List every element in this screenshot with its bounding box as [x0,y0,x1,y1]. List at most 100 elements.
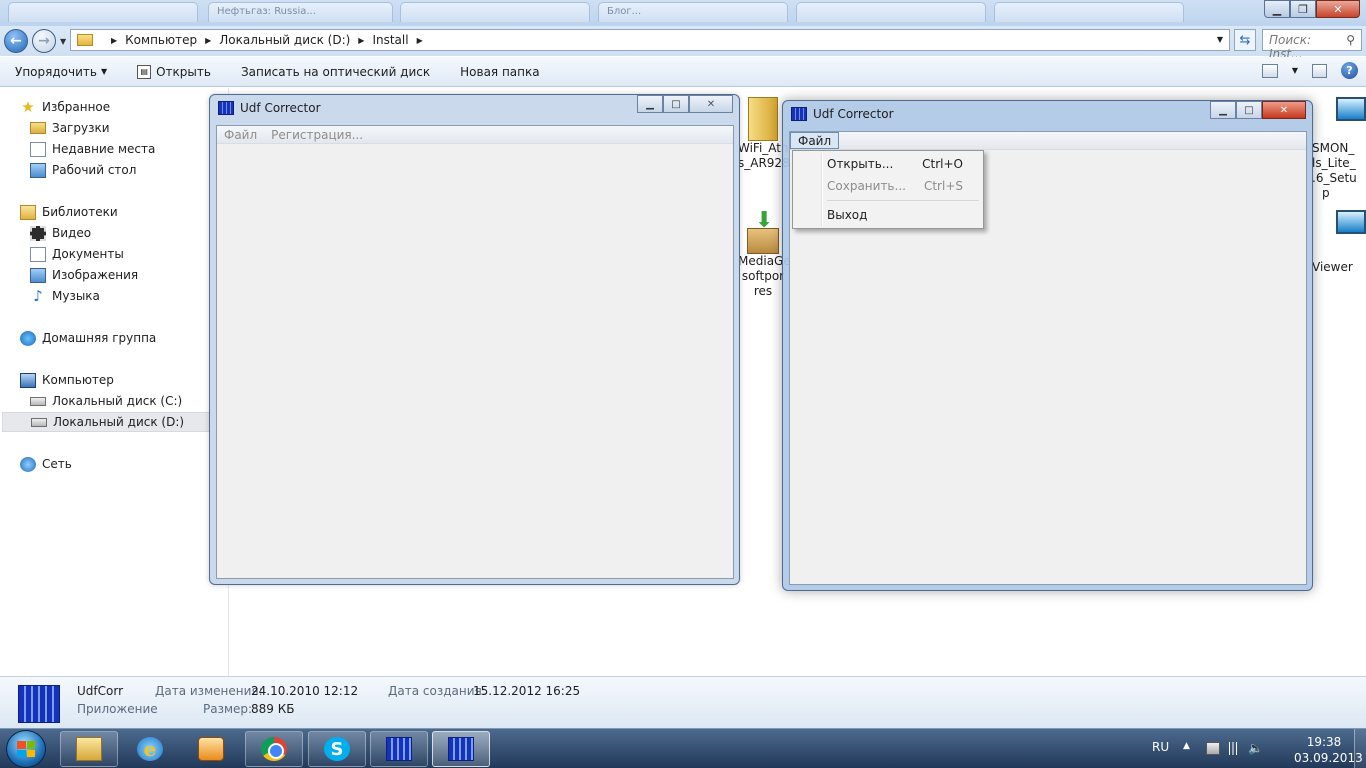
background-window-tab[interactable] [796,2,986,22]
menu-file[interactable]: Файл [790,132,840,149]
size-label: Размер: [203,702,253,716]
open-button[interactable]: ▤ Открыть [122,64,226,79]
background-window-tab[interactable]: Блог... [598,2,788,22]
network-signal-icon[interactable] [1226,742,1240,755]
nav-label: Избранное [42,100,111,114]
file-item-smon[interactable]: SMON_ ls_Lite_ .6_Setu p [1312,97,1366,201]
window-caption-buttons: ▁ ❐ ✕ [1264,0,1360,18]
volume-icon[interactable]: 🔈 [1248,742,1263,755]
nav-video[interactable]: Видео [30,223,91,243]
taskbar-udf-corrector-1[interactable] [370,731,428,767]
file-label: .6_Setu [1312,171,1357,185]
breadcrumb-computer[interactable]: Компьютер [125,33,197,47]
start-button[interactable] [6,730,46,768]
taskbar-udf-corrector-2[interactable] [432,731,490,767]
refresh-icon: ⇆ [1239,32,1251,48]
navigation-pane: ★ Избранное Загрузки Недавние места Рабоч… [0,88,229,676]
search-input[interactable]: Поиск: Inst... ⚲ [1262,29,1362,61]
nav-homegroup[interactable]: Домашняя группа [20,328,156,348]
setup-monitor-icon [1336,97,1366,121]
show-hidden-icons-icon[interactable]: ▲ [1183,741,1190,751]
open-label: Открыть [156,64,211,79]
file-item-viewer[interactable]: Viewer [1312,210,1366,275]
window-caption-buttons: ▁ □ ✕ [1210,101,1306,119]
background-window-tab[interactable] [994,2,1184,22]
restore-button[interactable]: ❐ [1290,0,1316,18]
background-window-tab[interactable]: Нефтьгаз: Russia... [208,2,393,22]
address-bar[interactable]: ▶ Компьютер ▶ Локальный диск (D:) ▶ Install… [70,29,1230,51]
back-button[interactable]: ← [4,29,28,53]
system-drive-icon [30,396,46,406]
minimize-button[interactable]: ▁ [1210,101,1236,119]
burn-button[interactable]: Записать на оптический диск [226,65,445,79]
help-icon[interactable]: ? [1341,62,1358,79]
taskbar-media-player[interactable] [182,731,240,767]
file-menu-dropdown: Открыть... Ctrl+O Сохранить... Ctrl+S Вы… [792,150,984,229]
nav-favorites[interactable]: ★ Избранное [20,97,110,117]
menu-item-exit[interactable]: Выход [795,204,981,226]
chevron-right-icon[interactable]: ▶ [205,36,211,45]
file-item-wifi[interactable]: WiFi_Athe s_AR928 [738,97,796,171]
minimize-button[interactable]: ▁ [1264,0,1290,18]
close-button[interactable]: ✕ [1316,0,1360,18]
preview-pane-icon[interactable] [1312,63,1327,78]
show-desktop-button[interactable] [1354,729,1366,768]
nav-recent-places[interactable]: Недавние места [30,139,155,159]
nav-label: Компьютер [42,373,114,387]
breadcrumb-install[interactable]: Install [372,33,408,47]
close-button[interactable]: ✕ [689,95,733,113]
taskbar-internet-explorer[interactable]: e [121,731,179,767]
nav-computer[interactable]: Компьютер [20,370,114,390]
udf-app-icon [448,737,474,761]
clock[interactable]: 19:38 03.09.2013 [1294,734,1363,766]
recent-pages-dropdown[interactable]: ▼ [60,37,66,46]
refresh-button[interactable]: ⇆ [1234,29,1256,51]
file-label: Viewer [1312,260,1353,274]
new-folder-button[interactable]: Новая папка [445,65,554,79]
language-indicator[interactable]: RU [1152,740,1169,754]
view-dropdown-icon[interactable]: ▼ [1292,66,1298,75]
chevron-right-icon[interactable]: ▶ [417,36,423,45]
file-label: SMON_ [1312,141,1355,155]
window-caption-buttons: ▁ □ ✕ [637,95,733,113]
nav-pictures[interactable]: Изображения [30,265,138,285]
menu-file[interactable]: Файл [217,126,264,143]
background-window-tab[interactable] [400,2,590,22]
file-label: ls_Lite_ [1312,156,1356,170]
organize-button[interactable]: Упорядочить ▼ [0,65,122,79]
viewer-monitor-icon [1336,210,1366,234]
menu-item-save[interactable]: Сохранить... Ctrl+S [795,175,981,197]
chevron-right-icon[interactable]: ▶ [358,36,364,45]
breadcrumb-drive-d[interactable]: Локальный диск (D:) [219,33,350,47]
nav-music[interactable]: ♪ Музыка [30,286,100,306]
created-label: Дата создания: [388,684,486,698]
minimize-button[interactable]: ▁ [637,95,663,113]
computer-icon [20,372,36,388]
taskbar-chrome[interactable] [245,731,303,767]
change-view-icon[interactable] [1261,63,1278,78]
nav-drive-d[interactable]: Локальный диск (D:) [2,412,210,432]
maximize-button[interactable]: □ [1236,101,1262,119]
file-item-mediaget[interactable]: ⬇ MediaGet softpor res [738,210,795,299]
nav-libraries[interactable]: Библиотеки [20,202,118,222]
clock-time: 19:38 [1306,735,1342,749]
menu-item-open[interactable]: Открыть... Ctrl+O [795,153,981,175]
nav-documents[interactable]: Документы [30,244,124,264]
background-window-tab[interactable] [8,2,198,22]
chevron-right-icon[interactable]: ▶ [111,36,117,45]
menu-registration[interactable]: Регистрация... [264,126,370,143]
nav-network[interactable]: Сеть [20,454,72,474]
nav-desktop[interactable]: Рабочий стол [30,160,136,180]
forward-button[interactable]: → [32,29,56,53]
maximize-button[interactable]: □ [663,95,689,113]
taskbar-skype[interactable]: S [308,731,366,767]
udf-corrector-window-back[interactable]: Udf Corrector ▁ □ ✕ Файл Регистрация... [209,94,740,585]
clock-date: 03.09.2013 [1294,751,1363,765]
window-client-area: Файл Регистрация... [216,125,734,579]
close-button[interactable]: ✕ [1262,101,1306,119]
address-dropdown-icon[interactable]: ▼ [1217,35,1223,44]
taskbar-explorer[interactable] [60,731,118,767]
action-center-flag-icon[interactable] [1206,742,1220,755]
nav-drive-c[interactable]: Локальный диск (C:) [30,391,182,411]
nav-downloads[interactable]: Загрузки [30,118,110,138]
